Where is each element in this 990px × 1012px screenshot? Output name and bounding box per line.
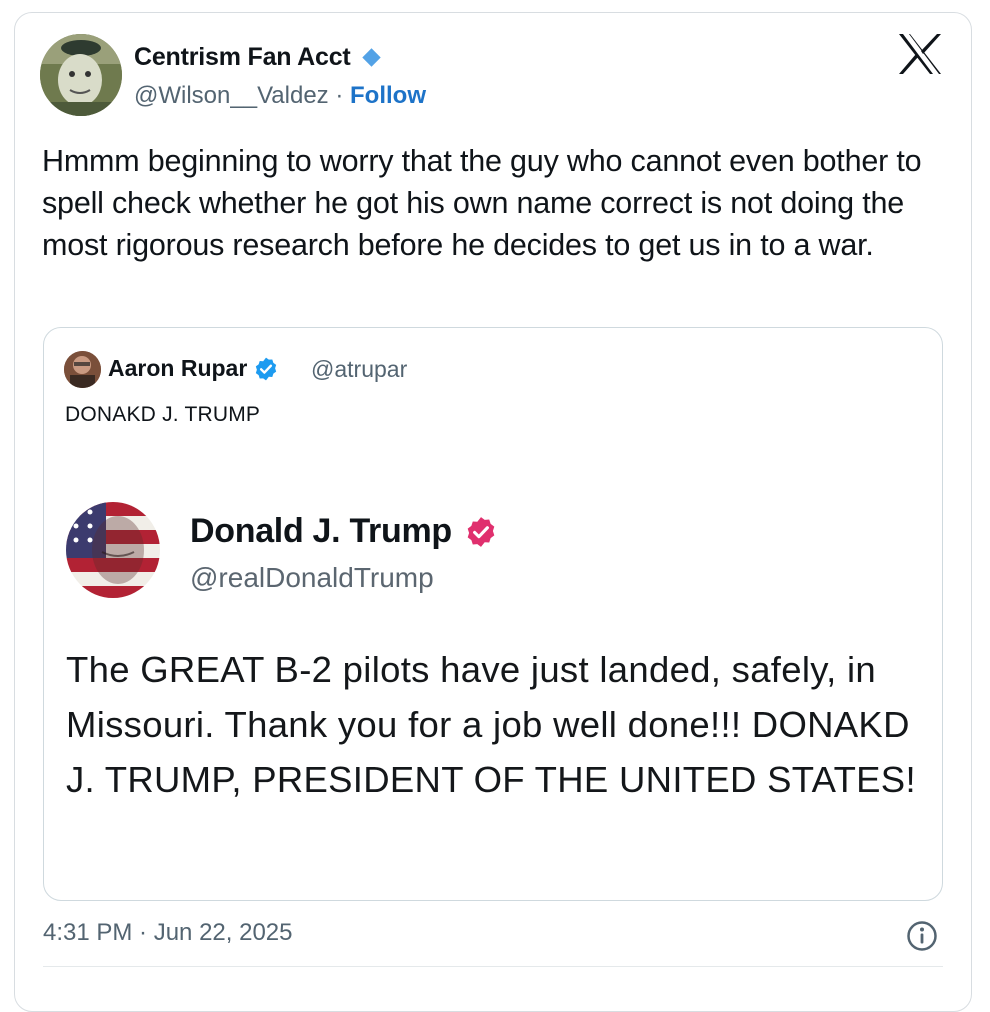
blue-check-badge-icon (256, 357, 277, 380)
flag-portrait-image (66, 502, 160, 598)
embedded-post-text: The GREAT B-2 pilots have just landed, s… (66, 649, 916, 800)
follow-button[interactable]: Follow (350, 82, 426, 109)
pink-check-badge-icon (467, 516, 495, 547)
quoted-avatar-image (64, 351, 101, 388)
embedded-author-name: Donald J. Trump (190, 512, 452, 550)
embedded-author-avatar (66, 502, 160, 598)
diamond-verified-icon (361, 48, 381, 67)
embedded-author-name-row: Donald J. Trump (190, 512, 498, 551)
author-avatar[interactable] (40, 34, 122, 116)
separator: · (335, 82, 344, 109)
post-text: Hmmm beginning to worry that the guy who… (42, 144, 922, 262)
author-name-row[interactable]: Centrism Fan Acct (134, 43, 381, 72)
author-name[interactable]: Centrism Fan Acct (134, 43, 351, 72)
quoted-author-name[interactable]: Aaron Rupar (108, 355, 247, 382)
footer-divider (43, 966, 943, 967)
quoted-post-text: DONAKD J. TRUMP (65, 403, 261, 426)
post-timestamp[interactable]: 4:31 PM · Jun 22, 2025 (43, 919, 293, 947)
author-avatar-image (40, 34, 122, 116)
quoted-author-avatar[interactable] (64, 351, 101, 388)
x-logo-icon[interactable] (897, 33, 943, 75)
author-handle[interactable]: @Wilson__Valdez (134, 82, 329, 109)
quoted-author-handle: @atrupar (311, 356, 408, 382)
quoted-author-name-row[interactable]: Aaron Rupar (108, 355, 279, 382)
author-handle-row: @Wilson__Valdez · Follow (134, 82, 426, 110)
embedded-author-handle: @realDonaldTrump (190, 562, 434, 593)
info-icon[interactable] (906, 920, 938, 952)
